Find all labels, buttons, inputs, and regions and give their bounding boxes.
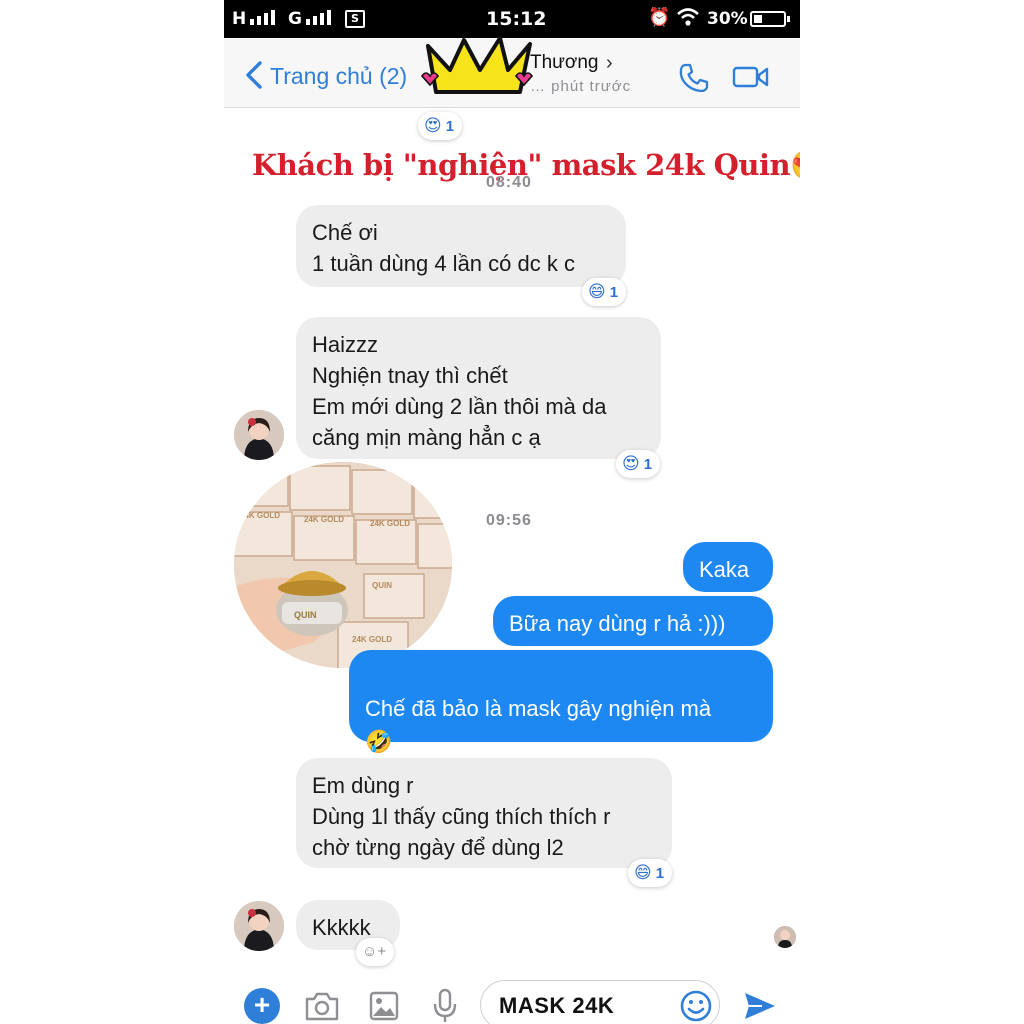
signal-bars-icon xyxy=(250,10,276,25)
outgoing-message[interactable]: Kaka xyxy=(683,542,773,592)
back-button[interactable]: Trang chủ (2) xyxy=(270,63,407,90)
microphone-icon[interactable] xyxy=(432,988,458,1024)
status-bar: H G S 15:12 ⏰ 30% xyxy=(224,0,800,38)
emoji-icon: 🤣 xyxy=(365,729,393,754)
emoji-icon[interactable] xyxy=(679,989,713,1023)
plus-button[interactable]: + xyxy=(244,988,280,1024)
svg-text:24K GOLD: 24K GOLD xyxy=(352,635,392,644)
gallery-icon[interactable] xyxy=(368,990,400,1022)
contact-avatar[interactable] xyxy=(234,410,284,460)
product-photo[interactable]: 24K GOLD 24K GOLD 24K GOLD 24K GOLD QUIN… xyxy=(234,462,452,668)
battery-icon xyxy=(750,11,790,27)
svg-text:24K GOLD: 24K GOLD xyxy=(370,519,410,528)
contact-avatar[interactable] xyxy=(234,901,284,951)
timestamp: 09:56 xyxy=(486,512,532,529)
conversation-header: Trang chủ (2) Thương › … phút trước xyxy=(224,36,800,108)
contact-name[interactable]: Thương xyxy=(530,52,599,74)
chevron-right-icon[interactable]: › xyxy=(606,52,613,75)
signal-bars-icon xyxy=(305,10,331,25)
timestamp: 08:40 xyxy=(486,174,532,191)
incoming-message[interactable]: Chế ơi 1 tuần dùng 4 lần có dc k c xyxy=(296,205,626,287)
battery-percent: 30% xyxy=(707,9,748,29)
seen-avatar xyxy=(774,926,796,948)
alarm-icon: ⏰ xyxy=(648,7,671,28)
svg-text:24K GOLD: 24K GOLD xyxy=(240,511,280,520)
camera-icon[interactable] xyxy=(304,990,340,1022)
message-input-value: MASK 24K xyxy=(499,993,615,1018)
reaction-badge[interactable]: 😄 1 xyxy=(628,859,673,887)
outgoing-message[interactable]: Bữa nay dùng r hả :))) xyxy=(493,596,773,646)
signal-1: H xyxy=(232,9,286,29)
outgoing-message[interactable]: Chế đã bảo là mask gây nghiện mà 🤣 xyxy=(349,650,773,754)
signal-2: G xyxy=(288,9,342,29)
svg-text:QUIN: QUIN xyxy=(372,581,392,590)
send-icon[interactable] xyxy=(742,990,778,1022)
clock: 15:12 xyxy=(486,8,547,30)
message-thread: 😍 1 Khách bị "nghiện" mask 24k Quin😍 08:4… xyxy=(224,108,800,970)
battery-fill xyxy=(754,15,762,23)
contact-status: … phút trước xyxy=(530,78,632,95)
incoming-message[interactable]: Em dùng r Dùng 1l thấy cũng thích thích … xyxy=(296,758,672,868)
reaction-badge[interactable]: 😍 1 xyxy=(616,450,661,478)
sim-icon: S xyxy=(345,10,365,28)
svg-text:24K GOLD: 24K GOLD xyxy=(304,515,344,524)
add-reaction-button[interactable]: ☺+ xyxy=(356,938,395,966)
reaction-badge[interactable]: 😍 1 xyxy=(418,112,463,140)
incoming-message[interactable]: Haizzz Nghiện tnay thì chết Em mới dùng … xyxy=(296,317,661,459)
phone-screen: H G S 15:12 ⏰ 30% Trang chủ (2) Thương ›… xyxy=(224,0,800,1024)
wifi-icon xyxy=(677,8,699,26)
message-input[interactable]: MASK 24K xyxy=(480,980,720,1024)
crown-icon xyxy=(420,36,534,94)
svg-text:QUIN: QUIN xyxy=(294,610,317,620)
phone-icon[interactable] xyxy=(678,62,710,94)
message-composer: + MASK 24K xyxy=(224,970,800,1024)
reaction-badge[interactable]: 😄 1 xyxy=(582,278,627,306)
video-call-icon[interactable] xyxy=(732,65,770,89)
back-chevron-icon[interactable] xyxy=(242,60,268,90)
product-image: 24K GOLD 24K GOLD 24K GOLD 24K GOLD QUIN… xyxy=(234,462,452,668)
